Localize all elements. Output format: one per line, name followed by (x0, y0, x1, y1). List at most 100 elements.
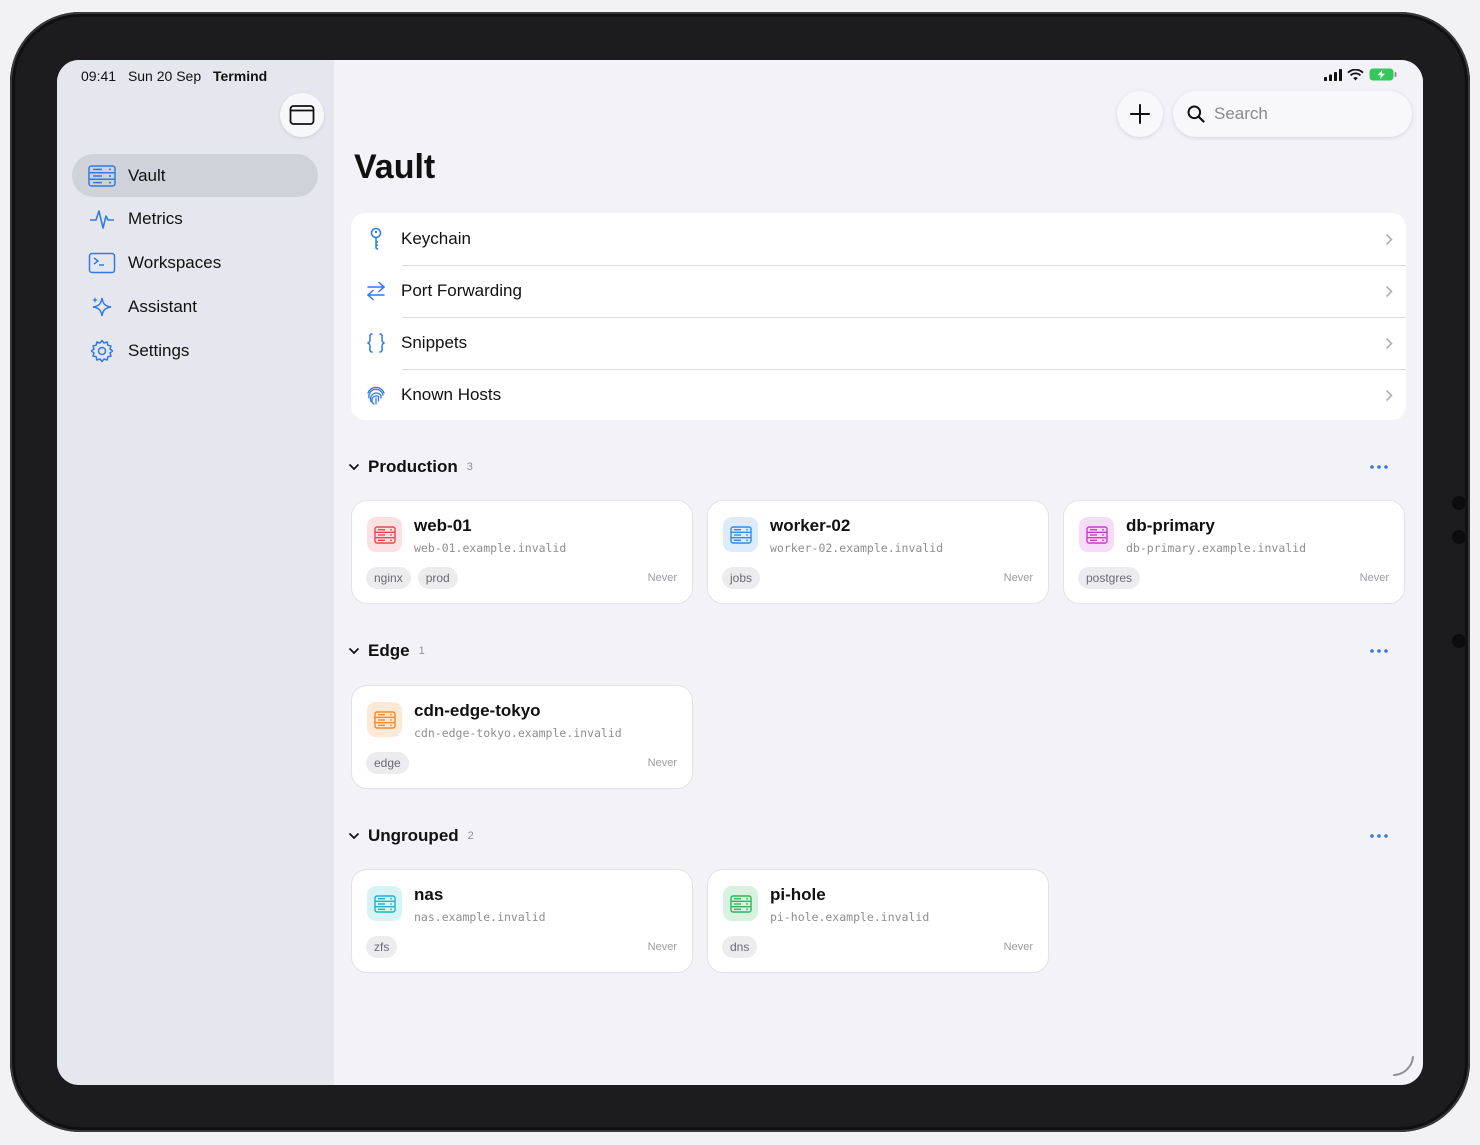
tag-list: nginx prod (366, 567, 458, 589)
key-icon (351, 227, 401, 251)
server-icon (367, 886, 402, 921)
status-time: 09:41 (81, 68, 117, 84)
server-icon (723, 517, 758, 552)
host-name: nas (414, 885, 444, 904)
group-header-edge[interactable]: Edge 1 (348, 639, 1394, 663)
ellipsis-icon (1370, 465, 1388, 469)
tag-list: dns (722, 936, 758, 958)
sidebar-item-metrics[interactable]: Metrics (72, 198, 318, 241)
sidebar-item-label: Metrics (128, 209, 183, 229)
ellipsis-icon (1370, 649, 1388, 653)
waveform-icon (88, 207, 116, 231)
host-card-worker-02[interactable]: worker-02 worker-02.example.invalid jobs… (707, 500, 1049, 604)
host-card-nas[interactable]: nas nas.example.invalid zfs Never (351, 869, 693, 973)
sidebar-toggle-button[interactable] (280, 93, 324, 137)
host-address: pi-hole.example.invalid (770, 910, 930, 924)
wifi-icon (1347, 68, 1364, 80)
group-header-ungrouped[interactable]: Ungrouped 2 (348, 824, 1394, 848)
sidebar: 09:41 Sun 20 Sep Termind Vault Metrics W… (57, 60, 334, 1085)
sidebar-icon (289, 105, 315, 125)
battery-charging-icon (1369, 68, 1397, 81)
host-name: web-01 (414, 516, 472, 535)
server-icon (723, 886, 758, 921)
group-count: 3 (466, 461, 473, 473)
more-options-button[interactable] (1364, 834, 1394, 838)
gear-icon (88, 339, 116, 363)
menu-item-snippets[interactable]: Snippets (351, 317, 1406, 369)
terminal-window-icon (88, 251, 116, 275)
sidebar-item-workspaces[interactable]: Workspaces (72, 242, 318, 285)
group-name: Ungrouped (368, 826, 459, 845)
host-card-web-01[interactable]: web-01 web-01.example.invalid nginx prod… (351, 500, 693, 604)
tag-list: edge (366, 752, 409, 774)
sidebar-item-label: Workspaces (128, 253, 222, 272)
chevron-down-icon (348, 832, 368, 840)
host-name: pi-hole (770, 885, 826, 904)
tag: zfs (366, 936, 398, 958)
host-card-db-primary[interactable]: db-primary db-primary.example.invalid po… (1063, 500, 1405, 604)
sidebar-item-vault[interactable]: Vault (72, 154, 318, 197)
fingerprint-icon (351, 384, 401, 406)
chevron-down-icon (348, 463, 368, 471)
sidebar-item-label: Assistant (128, 296, 197, 316)
resize-corner-icon (1393, 1056, 1414, 1076)
last-connected: Never (647, 572, 677, 584)
tag-list: zfs (366, 936, 398, 958)
more-options-button[interactable] (1364, 465, 1394, 469)
hardware-dot (1452, 530, 1466, 544)
menu-item-keychain[interactable]: Keychain (351, 213, 1406, 265)
status-bar-right (1324, 68, 1397, 81)
chevron-right-icon (1372, 285, 1406, 298)
tag: dns (722, 936, 758, 958)
host-name: cdn-edge-tokyo (414, 701, 541, 720)
search-input[interactable] (1214, 104, 1394, 124)
group-name: Production (368, 457, 458, 476)
tag: nginx (366, 567, 411, 589)
host-name: db-primary (1126, 516, 1215, 535)
server-icon (1079, 517, 1114, 552)
chevron-down-icon (348, 647, 368, 655)
host-card-pi-hole[interactable]: pi-hole pi-hole.example.invalid dns Neve… (707, 869, 1049, 973)
sidebar-item-assistant[interactable]: Assistant (72, 285, 318, 328)
host-address: nas.example.invalid (414, 910, 546, 924)
chevron-right-icon (1372, 337, 1406, 350)
last-connected: Never (1003, 941, 1033, 953)
server-rack-icon (88, 164, 116, 188)
page-title: Vault (354, 148, 436, 186)
vault-menu: Keychain Port Forwarding Snippets Known … (351, 213, 1406, 420)
menu-item-label: Snippets (401, 333, 468, 352)
screen: 09:41 Sun 20 Sep Termind Vault Metrics W… (57, 60, 1423, 1085)
search-icon (1187, 105, 1205, 123)
tag: postgres (1078, 567, 1141, 589)
group-name: Edge (368, 641, 410, 660)
tag: prod (417, 567, 458, 589)
sidebar-nav: Vault Metrics Workspaces Assistant Setti… (72, 154, 318, 373)
add-host-button[interactable] (1117, 91, 1163, 137)
more-options-button[interactable] (1364, 649, 1394, 653)
group-count: 1 (418, 645, 425, 657)
host-address: db-primary.example.invalid (1126, 541, 1307, 555)
host-name: worker-02 (770, 516, 851, 535)
cellular-signal-icon (1324, 68, 1342, 81)
last-connected: Never (1003, 572, 1033, 584)
menu-item-port-forwarding[interactable]: Port Forwarding (351, 265, 1406, 317)
tag: jobs (722, 567, 761, 589)
sidebar-item-settings[interactable]: Settings (72, 329, 318, 372)
tag: edge (366, 752, 409, 774)
menu-item-label: Keychain (401, 229, 471, 248)
menu-item-known-hosts[interactable]: Known Hosts (351, 369, 1406, 421)
plus-icon (1130, 104, 1150, 124)
sidebar-item-label: Vault (128, 165, 166, 185)
host-address: worker-02.example.invalid (770, 541, 944, 555)
braces-icon (351, 332, 401, 354)
host-card-cdn-edge-tokyo[interactable]: cdn-edge-tokyo cdn-edge-tokyo.example.in… (351, 685, 693, 789)
server-icon (367, 517, 402, 552)
hardware-dot (1452, 496, 1466, 510)
ellipsis-icon (1370, 834, 1388, 838)
chevron-right-icon (1372, 233, 1406, 246)
hardware-dot (1452, 634, 1466, 648)
menu-item-label: Known Hosts (401, 385, 502, 404)
status-bar-left: 09:41 Sun 20 Sep Termind (81, 68, 275, 84)
search-field[interactable] (1173, 91, 1412, 137)
group-header-production[interactable]: Production 3 (348, 455, 1394, 479)
